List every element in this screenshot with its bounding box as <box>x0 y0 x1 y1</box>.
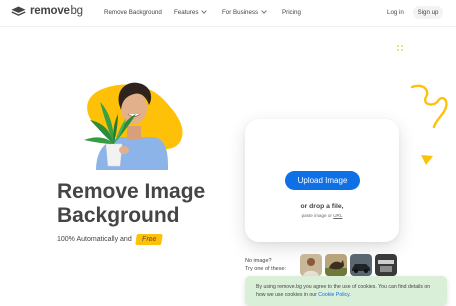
paste-hint: paste image or URL <box>245 213 399 218</box>
chevron-down-icon <box>201 9 208 16</box>
chevron-down-icon <box>261 9 267 16</box>
logo-layers-icon <box>11 6 26 17</box>
logo-word-bg: bg <box>70 5 83 17</box>
sample-person-icon[interactable] <box>300 254 322 276</box>
sample-thumbnails <box>300 254 397 276</box>
logo-text: remove bg <box>30 5 83 17</box>
hero-person-with-plant-image <box>70 78 190 170</box>
header-divider <box>0 26 456 27</box>
nav-label: For Business <box>222 9 259 16</box>
sample-prompt-line2: Try one of these: <box>245 265 287 272</box>
paste-text: paste image or <box>301 213 332 218</box>
cookie-text: By using remove.bg you agree to the use … <box>256 284 440 299</box>
squiggle-decoration-icon <box>408 83 452 134</box>
sample-prompt-line1: No image? <box>245 258 272 264</box>
nav-remove-background[interactable]: Remove Background <box>104 9 162 16</box>
upload-card[interactable]: Upload Image or drop a file, paste image… <box>245 119 399 242</box>
paste-url-link[interactable]: URL <box>333 213 342 218</box>
sample-prompt: No image? Try one of these: <box>245 258 286 273</box>
top-header: remove bg Remove Background Features For… <box>0 0 456 26</box>
triangle-decoration-icon <box>420 153 434 171</box>
login-link[interactable]: Log in <box>387 9 404 16</box>
hero-subtitle-text: 100% Automatically and <box>57 236 132 243</box>
hero-title-line1: Remove Image <box>57 180 206 203</box>
sample-car-icon[interactable] <box>350 254 372 276</box>
upload-image-button[interactable]: Upload Image <box>285 171 360 190</box>
cookie-banner: By using remove.bg you agree to the use … <box>245 276 447 306</box>
sample-animal-icon[interactable] <box>325 254 347 276</box>
cookie-policy-link[interactable]: Cookie Policy <box>318 292 349 298</box>
logo[interactable]: remove bg <box>11 5 83 17</box>
nav-label: Features <box>174 9 199 16</box>
hero-title: Remove Image Background <box>57 180 257 228</box>
nav-pricing[interactable]: Pricing <box>282 9 301 16</box>
cookie-message-end: . <box>349 291 351 298</box>
nav-label: Remove Background <box>104 9 162 16</box>
hero-title-line2: Background <box>57 204 180 227</box>
drop-file-text: or drop a file, <box>300 203 344 210</box>
hero-subtitle: 100% Automatically and Free <box>57 234 163 245</box>
free-badge: Free <box>134 234 163 245</box>
sample-product-icon[interactable] <box>375 254 397 276</box>
nav-features[interactable]: Features <box>174 9 208 16</box>
dots-decoration-icon <box>396 43 408 61</box>
logo-word-remove: remove <box>30 5 70 17</box>
nav-label: Pricing <box>282 9 301 16</box>
signup-button[interactable]: Sign up <box>413 6 443 19</box>
nav-for-business[interactable]: For Business <box>222 9 267 16</box>
